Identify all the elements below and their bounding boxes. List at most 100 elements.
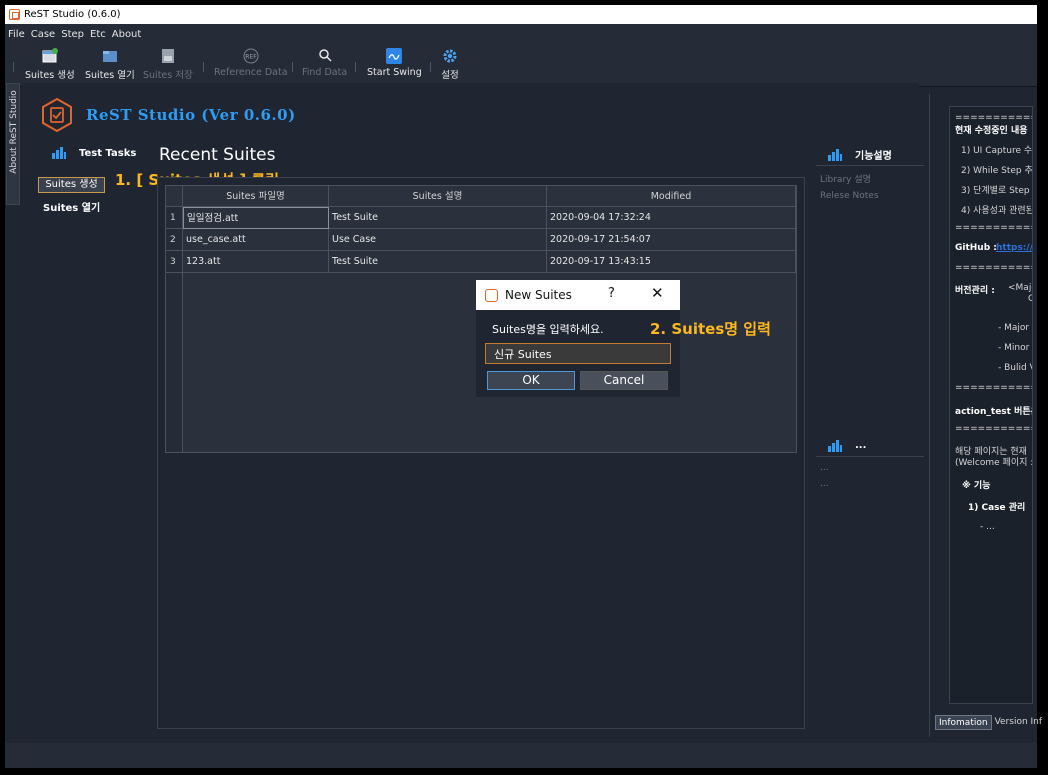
table-header: Suites 파일명 Suites 설명 Modified xyxy=(166,186,796,207)
open-suites-nav-button[interactable]: Suites 열기 xyxy=(43,199,100,214)
start-swing-label: Start Swing xyxy=(367,67,422,78)
tab-version-info[interactable]: Version Inf xyxy=(992,715,1045,730)
cell-modified[interactable]: 2020-09-17 21:54:07 xyxy=(547,229,796,251)
bar-chart-icon xyxy=(828,439,843,452)
info-panel: ================== 현재 수정중인 내용 1) UI Capt… xyxy=(929,94,1033,737)
reference-data-button[interactable]: REF Reference Data xyxy=(214,48,288,84)
feature-item[interactable]: ... xyxy=(816,479,924,489)
test-tasks-label: Test Tasks xyxy=(79,147,137,159)
menu-bar: File Case Step Etc About xyxy=(5,24,1037,44)
start-swing-button[interactable]: Start Swing xyxy=(367,48,422,84)
column-header-desc[interactable]: Suites 설명 xyxy=(329,186,547,207)
rest-studio-logo-icon xyxy=(42,98,72,132)
cell-file[interactable]: use_case.att xyxy=(183,229,329,251)
separator-line: ================== xyxy=(955,383,1032,393)
menu-case[interactable]: Case xyxy=(31,29,55,40)
cell-file[interactable]: 일일점검.att xyxy=(183,207,329,229)
cell-desc[interactable]: Use Case xyxy=(329,229,547,251)
version-major-text: <Major xyxy=(1008,283,1032,293)
bar-chart-icon xyxy=(828,148,843,161)
separator-line: ================== xyxy=(955,223,1032,233)
feature-heading-2-label: ... xyxy=(855,440,867,451)
ok-button[interactable]: OK xyxy=(487,371,575,390)
open-suites-label: Suites 열기 xyxy=(85,70,135,81)
toolbar-separator xyxy=(430,62,431,72)
func-heading: ※ 기능 xyxy=(962,481,991,491)
feature-item[interactable]: ... xyxy=(816,463,924,473)
step2-annotation: 2. Suites명 입력 xyxy=(650,320,771,338)
toolbar: Suites 생성 Suites 열기 Suites 저장 REF Refere… xyxy=(5,44,1037,87)
about-side-tab-label: About ReST Studio xyxy=(9,90,19,174)
info-content: ================== 현재 수정중인 내용 1) UI Capt… xyxy=(949,106,1033,704)
find-data-button[interactable]: Find Data xyxy=(302,48,347,84)
menu-step[interactable]: Step xyxy=(61,29,84,40)
swing-icon xyxy=(385,48,403,64)
cell-desc[interactable]: Test Suite xyxy=(329,251,547,273)
recent-suites-title: Recent Suites xyxy=(159,145,276,165)
menu-about[interactable]: About xyxy=(112,29,142,40)
new-file-icon xyxy=(41,48,59,64)
info-list-item: 1) UI Capture 수정 xyxy=(961,146,1033,156)
help-icon[interactable]: ? xyxy=(608,286,615,301)
svg-text:REF: REF xyxy=(245,54,257,61)
info-list-item: 2) While Step 추가 xyxy=(961,166,1033,176)
create-suites-label: Suites 생성 xyxy=(25,70,75,81)
search-icon xyxy=(316,48,334,64)
title-bar: ReST Studio (0.6.0) xyxy=(5,5,1037,24)
release-notes-link[interactable]: Relese Notes xyxy=(816,191,924,201)
toolbar-separator xyxy=(203,62,204,72)
create-suites-nav-button[interactable]: Suites 생성 xyxy=(38,177,105,193)
cell-modified[interactable]: 2020-09-04 17:32:24 xyxy=(547,207,796,229)
tab-information[interactable]: Infomation xyxy=(935,715,992,730)
dialog-title: New Suites xyxy=(505,288,572,302)
create-suites-button[interactable]: Suites 생성 xyxy=(25,48,75,84)
dialog-prompt: Suites명을 입력하세요. xyxy=(492,323,604,336)
version-item: - Major V xyxy=(998,323,1032,333)
table-row[interactable]: 3 123.att Test Suite 2020-09-17 13:43:15 xyxy=(166,251,796,273)
menu-file[interactable]: File xyxy=(8,29,25,40)
separator-line: ================== xyxy=(955,113,1032,123)
table-row[interactable]: 2 use_case.att Use Case 2020-09-17 21:54… xyxy=(166,229,796,251)
column-header-modified[interactable]: Modified xyxy=(547,186,796,207)
version-heading: 버전관리 : xyxy=(955,286,995,296)
brand-header: ReST Studio (Ver 0.6.0) xyxy=(40,98,296,132)
find-data-label: Find Data xyxy=(302,67,348,78)
open-suites-button[interactable]: Suites 열기 xyxy=(85,48,135,84)
version-item: - Bulid V xyxy=(998,363,1033,373)
cell-modified[interactable]: 2020-09-17 13:43:15 xyxy=(547,251,796,273)
cell-desc[interactable]: Test Suite xyxy=(329,207,547,229)
save-suites-button[interactable]: Suites 저장 xyxy=(143,48,193,84)
separator-line: ================== xyxy=(955,263,1032,273)
about-side-tab[interactable]: About ReST Studio xyxy=(6,83,20,205)
page-note: (Welcome 페이지 : xyxy=(955,458,1033,468)
ref-icon: REF xyxy=(242,48,260,64)
cell-file[interactable]: 123.att xyxy=(183,251,329,273)
settings-button[interactable]: 설정 xyxy=(441,48,459,84)
menu-etc[interactable]: Etc xyxy=(90,29,106,40)
toolbar-separator xyxy=(13,62,14,72)
row-number: 3 xyxy=(166,251,183,273)
bar-chart-icon xyxy=(52,147,67,159)
table-row[interactable]: 1 일일점검.att Test Suite 2020-09-04 17:32:2… xyxy=(166,207,796,229)
toolbar-separator xyxy=(355,62,356,72)
reference-data-label: Reference Data xyxy=(214,67,288,78)
dialog-title-bar: New Suites ? ✕ xyxy=(476,280,680,310)
library-link[interactable]: Library 설명 xyxy=(816,172,924,185)
case-mgmt-heading: 1) Case 관리 xyxy=(968,503,1026,513)
status-bar xyxy=(5,743,1037,768)
github-link[interactable]: https://gi xyxy=(996,243,1032,253)
close-icon[interactable]: ✕ xyxy=(651,284,664,302)
suites-name-input[interactable] xyxy=(485,343,671,364)
settings-label: 설정 xyxy=(441,70,459,81)
info-list-item: 4) 사용성과 관련된 xyxy=(961,206,1033,216)
feature-panel: 기능설명 Library 설명 Relese Notes ... ... ... xyxy=(816,144,924,489)
cancel-button[interactable]: Cancel xyxy=(580,371,668,390)
column-header-file[interactable]: Suites 파일명 xyxy=(183,186,329,207)
save-suites-label: Suites 저장 xyxy=(143,70,193,81)
info-tabs: Infomation Version Inf xyxy=(935,715,1045,730)
github-label: GitHub : xyxy=(955,243,997,253)
dialog-app-icon xyxy=(485,288,498,302)
info-list-item: 3) 단계별로 Step 진 xyxy=(961,186,1033,196)
separator-line: ================== xyxy=(955,424,1032,434)
row-number-header xyxy=(166,186,183,207)
